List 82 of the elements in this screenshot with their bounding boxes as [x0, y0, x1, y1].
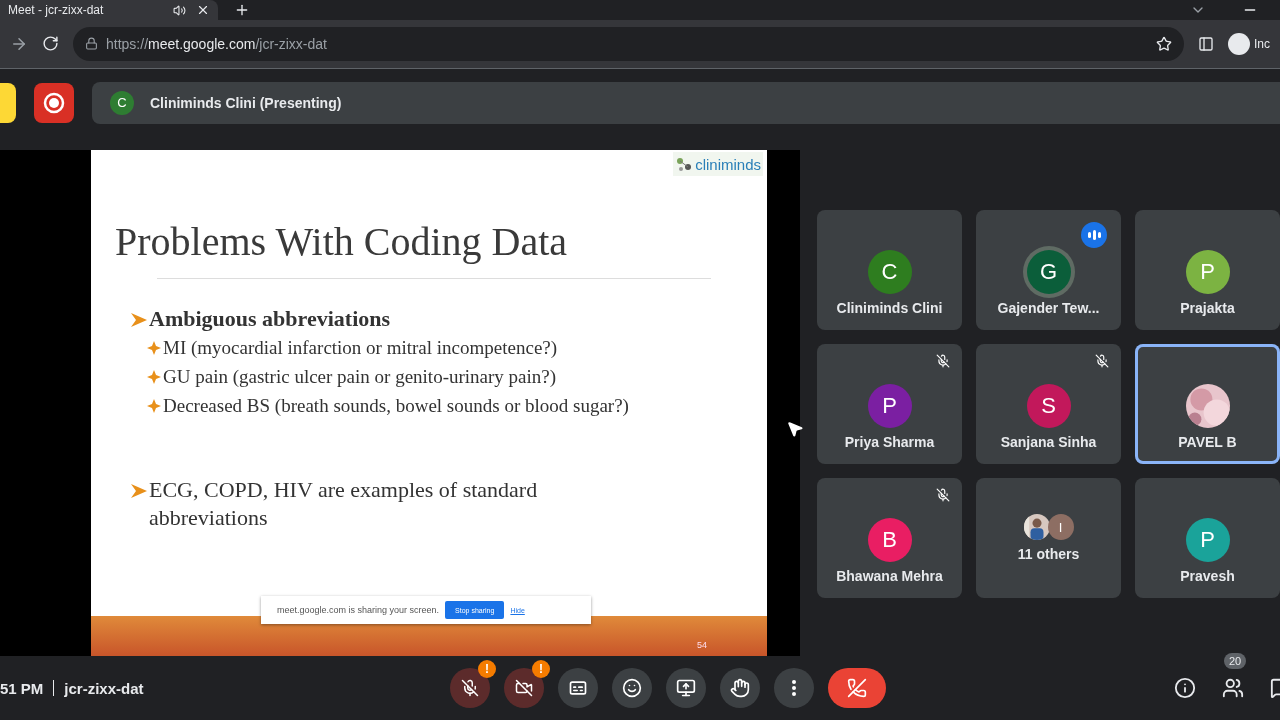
url-text: https://meet.google.com/jcr-zixx-dat	[106, 35, 328, 52]
avatar: I	[1047, 514, 1074, 541]
slide-page-number: 54	[697, 640, 707, 651]
participant-name: PAVEL B	[1178, 434, 1237, 451]
avatar: B	[867, 518, 912, 563]
side-panel-icon[interactable]	[1198, 35, 1214, 52]
hand-icon	[730, 678, 750, 699]
participant-tile[interactable]: PAVEL B	[1135, 344, 1280, 465]
cursor-icon	[786, 420, 804, 439]
avatar: C	[867, 250, 912, 295]
record-icon	[43, 91, 65, 114]
slide-bullet: ECG, COPD, HIV are examples of standard abbreviations	[149, 476, 539, 533]
avatar: P	[867, 384, 912, 429]
presenter-avatar: C	[110, 90, 134, 115]
address-bar[interactable]: https://meet.google.com/jcr-zixx-dat	[73, 26, 1184, 61]
participant-tile[interactable]: B Bhawana Mehra	[817, 478, 962, 599]
participant-name: Gajender Tew...	[997, 300, 1100, 317]
participant-tile[interactable]: P Priya Sharma	[817, 344, 962, 465]
participant-tile[interactable]: P Pravesh	[1135, 478, 1280, 599]
participant-tile[interactable]: I 11 others	[976, 478, 1121, 599]
participant-tile[interactable]: S Sanjana Sinha	[976, 344, 1121, 465]
captions-button[interactable]	[558, 668, 598, 709]
mic-off-icon	[461, 679, 479, 698]
hang-up-icon	[847, 678, 867, 699]
info-icon[interactable]	[1174, 677, 1196, 700]
participant-tile[interactable]: P Prajakta	[1135, 210, 1280, 331]
avatar: G	[1026, 250, 1071, 295]
profile-label: Inc	[1254, 36, 1270, 51]
camera-off-icon	[515, 679, 533, 698]
slide-sub-bullet: GU pain (gastric ulcer pain or genito-urinary pain?)	[163, 365, 557, 390]
participant-name: Bhawana Mehra	[836, 568, 943, 585]
close-icon[interactable]	[196, 3, 210, 17]
raise-hand-button[interactable]	[720, 668, 760, 709]
participant-count: 20	[1224, 653, 1247, 670]
diamond-bullet-icon	[147, 340, 161, 355]
emoji-button[interactable]	[612, 668, 652, 709]
browser-tab[interactable]: Meet - jcr-zixx-dat	[0, 0, 218, 20]
avatar: S	[1026, 384, 1071, 429]
reload-icon[interactable]	[42, 35, 59, 53]
alert-badge: !	[478, 660, 496, 679]
camera-button[interactable]	[504, 668, 544, 709]
more-options-button[interactable]	[774, 668, 814, 709]
diamond-bullet-icon	[147, 398, 161, 413]
meeting-code: jcr-zixx-dat	[64, 679, 144, 697]
participant-tile[interactable]: G Gajender Tew...	[976, 210, 1121, 331]
tab-title: Meet - jcr-zixx-dat	[8, 3, 105, 17]
slide-logo: cliniminds	[673, 152, 763, 177]
leave-call-button[interactable]	[828, 668, 886, 709]
participant-tile[interactable]: C Cliniminds Clini	[817, 210, 962, 331]
present-button[interactable]	[666, 668, 706, 709]
slide-bullet: Ambiguous abbreviations	[149, 305, 391, 334]
new-tab-icon[interactable]	[234, 2, 250, 18]
molecule-icon	[675, 155, 694, 174]
present-screen-icon	[676, 678, 696, 699]
arrow-bullet-icon	[131, 482, 147, 501]
avatar: P	[1185, 518, 1230, 563]
muted-mic-icon	[1095, 354, 1109, 369]
participant-name: Cliniminds Clini	[836, 300, 943, 317]
avatar: P	[1185, 250, 1230, 295]
meeting-time: 51 PM	[0, 679, 44, 697]
emoji-icon	[622, 678, 642, 699]
muted-mic-icon	[936, 488, 950, 503]
diamond-bullet-icon	[147, 369, 161, 384]
participant-name: Prajakta	[1180, 300, 1235, 317]
sharing-text: meet.google.com is sharing your screen.	[277, 605, 440, 616]
slide-title: Problems With Coding Data	[114, 220, 569, 265]
slide-sub-bullet: MI (myocardial infarction or mitral incompetence?)	[163, 336, 558, 361]
participant-name: Sanjana Sinha	[1000, 434, 1097, 451]
presenter-label: Cliniminds Clini (Presenting)	[150, 94, 342, 111]
participant-name: 11 others	[1017, 546, 1080, 563]
participant-name: Pravesh	[1180, 568, 1235, 585]
arrow-bullet-icon	[131, 311, 147, 330]
alert-badge: !	[532, 660, 550, 679]
participant-name: Priya Sharma	[844, 434, 935, 451]
lock-icon	[85, 37, 98, 51]
recording-button[interactable]	[34, 82, 74, 123]
more-icon	[792, 680, 796, 697]
mic-button[interactable]	[450, 668, 490, 709]
people-icon[interactable]	[1222, 677, 1244, 700]
slide-sub-bullet: Decreased BS (breath sounds, bowel sounds or blood sugar?)	[163, 394, 629, 419]
muted-mic-icon	[936, 354, 950, 369]
bookmark-star-icon[interactable]	[1156, 35, 1172, 52]
